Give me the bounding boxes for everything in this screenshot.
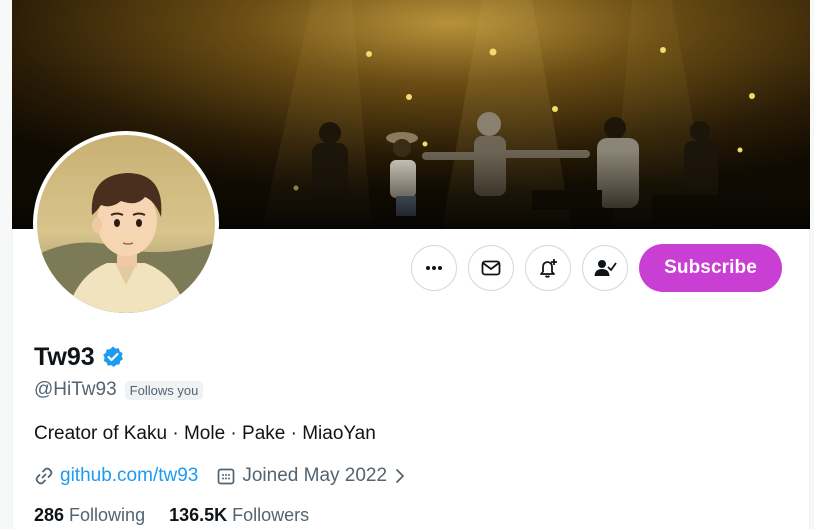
following-stat[interactable]: 286 Following [34, 505, 145, 526]
following-label: Following [69, 505, 146, 525]
more-icon [426, 266, 442, 270]
following-button[interactable] [582, 245, 628, 291]
link-icon [35, 467, 53, 485]
bell-plus-icon [540, 259, 557, 278]
profile-stats: 286 Following 136.5K Followers [34, 505, 774, 526]
following-count: 286 [34, 505, 65, 525]
verified-badge-icon[interactable] [101, 345, 125, 369]
message-button[interactable] [468, 245, 514, 291]
follows-you-badge: Follows you [124, 380, 204, 400]
joined-item[interactable]: Joined May 2022 [216, 465, 407, 487]
message-icon [481, 260, 501, 276]
name-row: Tw93 [34, 340, 774, 374]
followers-label: Followers [232, 505, 310, 525]
followers-count: 136.5K [169, 505, 228, 525]
profile-info: Tw93 @HiTw93 Follows you Creator of Kaku… [34, 340, 774, 526]
followers-stat[interactable]: 136.5K Followers [169, 505, 309, 526]
person-check-icon [594, 260, 617, 276]
profile-actions: Subscribe [411, 244, 782, 292]
calendar-icon [218, 468, 235, 485]
user-handle: @HiTw93 [34, 379, 117, 400]
display-name: Tw93 [34, 342, 95, 371]
more-button[interactable] [411, 245, 457, 291]
website-item[interactable]: github.com/tw93 [34, 465, 198, 487]
profile-meta: github.com/tw93 Joined May 2022 [34, 465, 774, 487]
profile-bio: Creator of Kaku · Mole · Pake · MiaoYan [34, 423, 376, 444]
notify-button[interactable] [525, 245, 571, 291]
handle-row: @HiTw93 Follows you [34, 379, 774, 401]
joined-date: Joined May 2022 [242, 465, 388, 486]
subscribe-button[interactable]: Subscribe [639, 244, 782, 292]
chevron-right-icon [396, 469, 404, 483]
website-link[interactable]: github.com/tw93 [60, 465, 198, 487]
profile-page: Subscribe Tw93 @HiTw93 Follows you Creat… [0, 0, 814, 529]
profile-avatar[interactable] [33, 131, 219, 317]
